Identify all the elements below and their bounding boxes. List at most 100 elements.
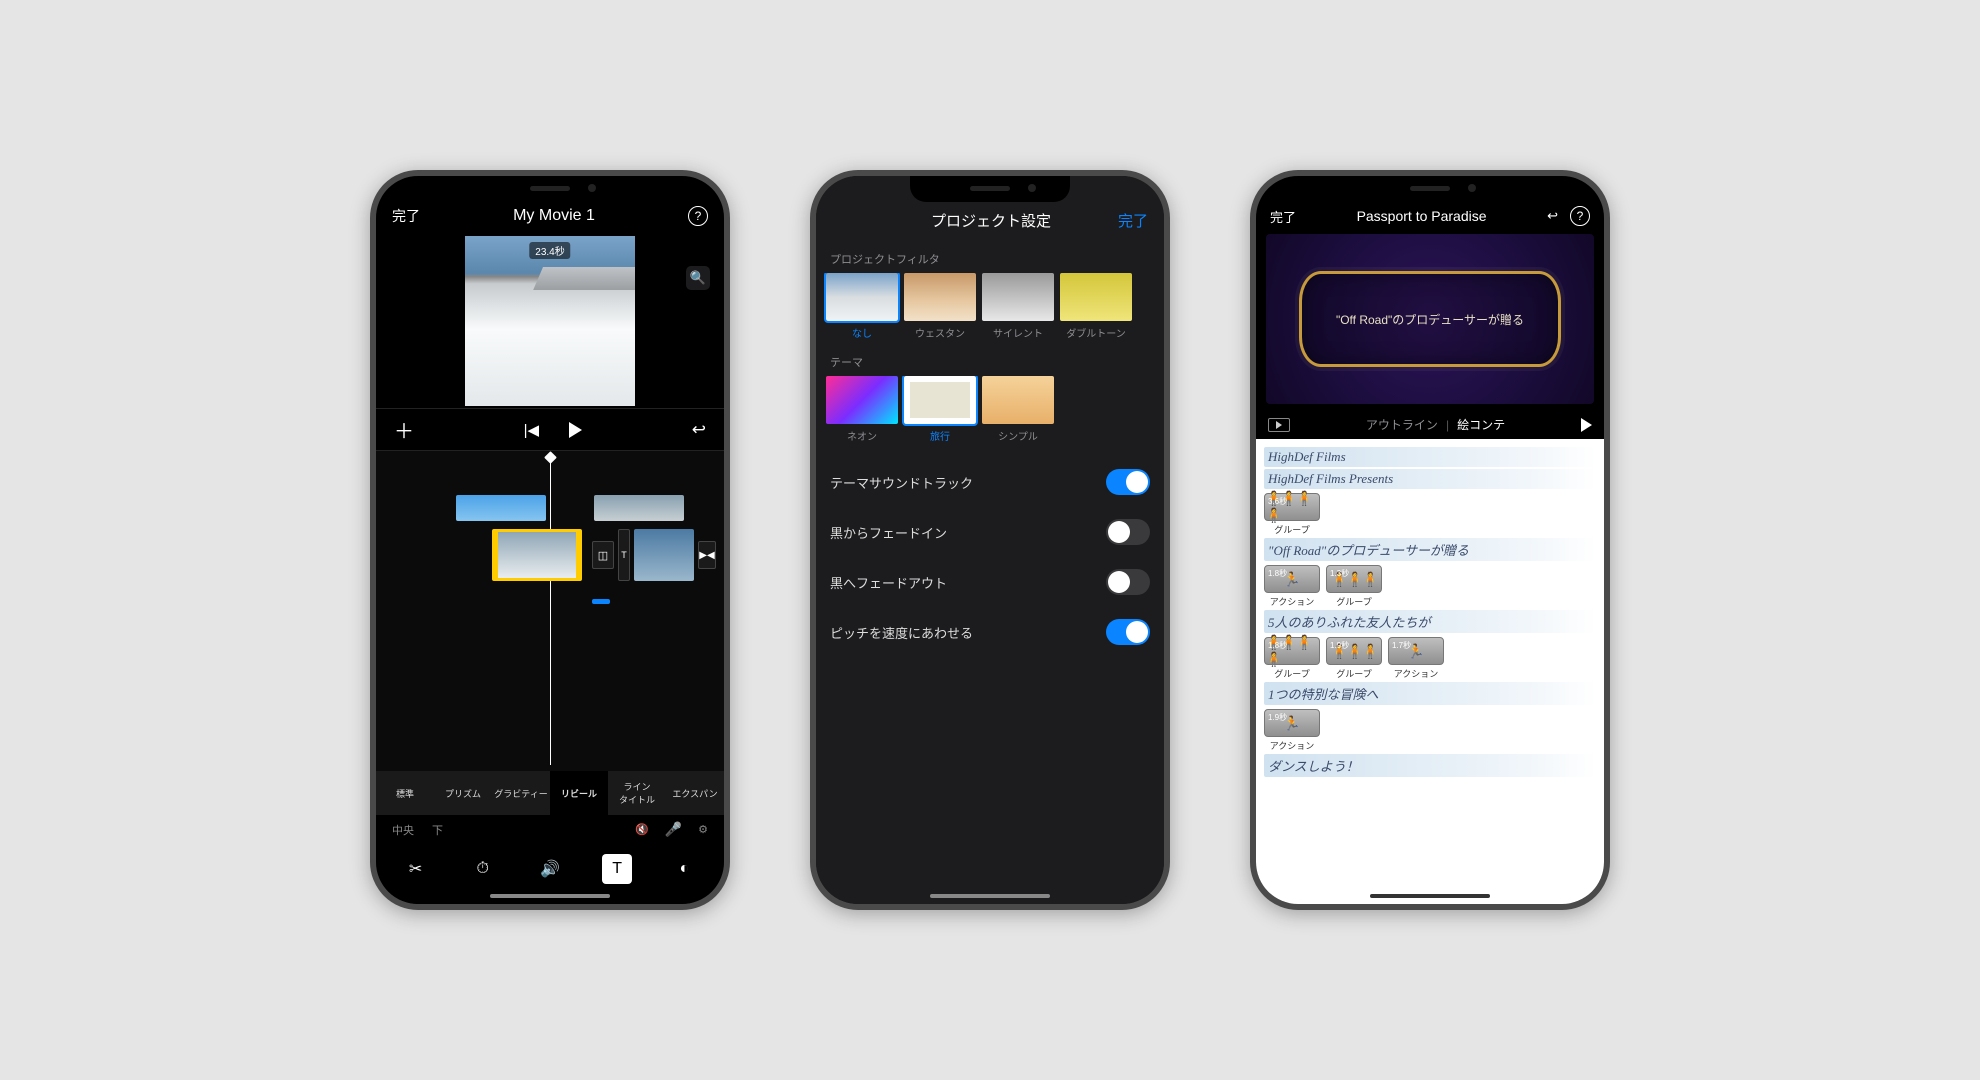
storyboard-text-4[interactable]: 5人のありふれた友人たちが [1264,610,1596,633]
done-button[interactable]: 完了 [392,206,420,226]
audio-marker[interactable] [592,599,610,604]
theme-label: シンプル [998,428,1038,443]
clip-3[interactable] [634,529,694,581]
title-tool-icon[interactable]: T [602,854,632,884]
play-from-start-icon[interactable] [1268,418,1290,432]
zoom-icon[interactable]: 🔍 [686,266,710,290]
filter-label: サイレント [993,325,1043,340]
title-style-expand[interactable]: エクスパン [666,771,724,815]
setting-label: ピッチを速度にあわせる [830,623,973,642]
theme-thumb [982,376,1054,424]
undo-icon[interactable]: ↩ [1547,208,1558,224]
trailer-preview[interactable]: "Off Road"のプロデューサーが贈る [1266,234,1594,404]
setting-theme-soundtrack: テーマサウンドトラック [816,457,1164,507]
help-icon[interactable]: ? [688,206,708,226]
help-icon[interactable]: ? [1570,206,1590,226]
mic-icon[interactable]: 🎤 [665,821,682,838]
tab-outline[interactable]: アウトライン [1366,416,1438,433]
title-style-prism[interactable]: プリズム [434,771,492,815]
toggle-fade-in[interactable] [1106,519,1150,545]
transition-1[interactable]: ◫ [592,541,614,569]
theme-label: 旅行 [930,428,950,443]
video-preview[interactable]: 23.4秒 [465,236,635,406]
toggle-pitch[interactable] [1106,619,1150,645]
storyboard-text-6[interactable]: ダンスしよう！ [1264,754,1596,777]
filter-silent[interactable]: サイレント [982,273,1054,340]
shot-group-2[interactable]: 1.3秒🧍🧍🧍 [1326,565,1382,593]
shot-action-4[interactable]: 1.9秒🏃 [1264,709,1320,737]
toggle-fade-out[interactable] [1106,569,1150,595]
title-style-linetitle[interactable]: ライン タイトル [608,771,666,815]
selected-clip[interactable] [492,529,582,581]
done-button[interactable]: 完了 [1118,210,1148,231]
themes-row[interactable]: ネオン 旅行 シンプル [816,376,1164,447]
shot-action-1[interactable]: 1.8秒🏃 [1264,565,1320,593]
shot-label: アクション [1394,667,1439,680]
setting-pitch-speed: ピッチを速度にあわせる [816,607,1164,657]
setting-label: 黒へフェードアウト [830,573,947,592]
theme-travel[interactable]: 旅行 [904,376,976,443]
title-clip-marker[interactable]: T [618,529,630,581]
shot-group-1[interactable]: 3.6秒🧍🧍🧍🧍 [1264,493,1320,521]
align-center-button[interactable]: 中央 [392,822,414,838]
undo-icon[interactable]: ↩ [692,420,706,440]
toggle-theme-soundtrack[interactable] [1106,469,1150,495]
title-style-reveal[interactable]: リビール [550,771,608,815]
settings-list: テーマサウンドトラック 黒からフェードイン 黒へフェードアウト ピッチを速度にあ… [816,457,1164,657]
filters-icon[interactable]: ◐ [669,854,699,884]
align-bottom-button[interactable]: 下 [432,822,443,838]
project-title: My Movie 1 [513,207,595,225]
title-style-gravity[interactable]: グラビティー [492,771,550,815]
storyboard[interactable]: HighDef Films HighDef Films Presents 3.6… [1256,439,1604,904]
storyboard-text-3[interactable]: "Off Road"のプロデューサーが贈る [1264,538,1596,561]
filter-none[interactable]: なし [826,273,898,340]
shot-duration: 1.8秒 [1268,568,1287,579]
shot-group-3a[interactable]: 1.8秒🧍🧍🧍🧍 [1264,637,1320,665]
shot-label: グループ [1336,667,1371,680]
storyboard-text-2[interactable]: HighDef Films Presents [1264,469,1596,489]
phone-editor: 完了 My Movie 1 ? 23.4秒 🔍 ＋ |◀ ↩ ◫ T [370,170,730,910]
done-button[interactable]: 完了 [1270,207,1296,226]
skip-back-icon[interactable]: |◀ [524,421,539,439]
home-indicator[interactable] [1370,894,1490,898]
gear-icon[interactable]: ⚙ [698,823,708,836]
shot-duration: 3.6秒 [1268,496,1287,507]
filter-western[interactable]: ウェスタン [904,273,976,340]
setting-label: 黒からフェードイン [830,523,947,542]
shot-label: アクション [1270,595,1315,608]
title-options-row: 中央 下 🔇 🎤 ⚙ [376,815,724,844]
playhead[interactable] [550,457,551,765]
transition-2[interactable]: ▶◀ [698,541,716,569]
shot-action-3c[interactable]: 1.7秒🏃 [1388,637,1444,665]
add-media-button[interactable]: ＋ [394,415,414,444]
play-icon[interactable] [1581,418,1592,432]
tab-storyboard[interactable]: 絵コンテ [1457,416,1505,433]
speed-icon[interactable]: ⏱ [468,854,498,884]
storyboard-text-1[interactable]: HighDef Films [1264,447,1596,467]
filters-row[interactable]: なし ウェスタン サイレント ダブルトーン [816,273,1164,344]
filters-section-label: プロジェクトフィルタ [816,241,1164,273]
notch [1350,176,1510,202]
phone-trailer: 完了 Passport to Paradise ↩ ? "Off Road"のプ… [1250,170,1610,910]
theme-simple[interactable]: シンプル [982,376,1054,443]
play-icon[interactable] [569,422,582,438]
shot-duration: 1.3秒 [1330,568,1349,579]
shot-group-3b[interactable]: 1.9秒🧍🧍🧍 [1326,637,1382,665]
volume-icon[interactable]: 🔊 [535,854,565,884]
mute-icon[interactable]: 🔇 [635,823,649,836]
trailer-title: Passport to Paradise [1357,208,1487,224]
overlay-clip-1[interactable] [456,495,546,521]
home-indicator[interactable] [490,894,610,898]
overlay-clip-2[interactable] [594,495,684,521]
title-style-standard[interactable]: 標準 [376,771,434,815]
shot-label: グループ [1336,595,1371,608]
shot-label: グループ [1274,523,1309,536]
scissors-icon[interactable]: ✂ [401,854,431,884]
theme-neon[interactable]: ネオン [826,376,898,443]
filter-duotone[interactable]: ダブルトーン [1060,273,1132,340]
settings-title: プロジェクト設定 [864,210,1118,231]
home-indicator[interactable] [930,894,1050,898]
storyboard-text-5[interactable]: 1つの特別な冒険へ [1264,682,1596,705]
timeline[interactable]: ◫ T ▶◀ [376,451,724,771]
notch [470,176,630,202]
